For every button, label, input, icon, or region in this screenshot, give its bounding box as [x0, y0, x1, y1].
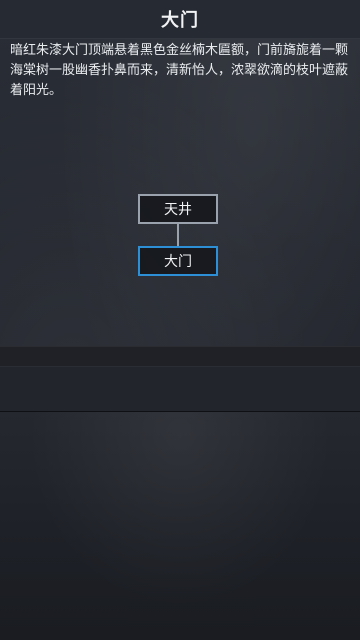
lower-background [0, 412, 360, 640]
room-description: 暗红朱漆大门顶端悬着黑色金丝楠木匾额，门前旖旎着一颗海棠树一股幽香扑鼻而来，清新… [10, 43, 349, 98]
bottom-bar-panel [0, 366, 360, 413]
bottom-bar-top [0, 346, 360, 367]
map-node-tianjing[interactable]: 天井 [138, 194, 218, 224]
map-node-damen-current[interactable]: 大门 [138, 246, 218, 276]
room-map: 天井 大门 [0, 110, 360, 346]
room-title: 大门 [161, 10, 199, 31]
map-node-label: 天井 [164, 202, 192, 218]
game-screen: 大门 暗红朱漆大门顶端悬着黑色金丝楠木匾额，门前旖旎着一颗海棠树一股幽香扑鼻而来… [0, 0, 360, 640]
map-connector [177, 224, 179, 246]
header-bar: 大门 [0, 0, 360, 39]
map-node-label: 大门 [164, 254, 192, 270]
